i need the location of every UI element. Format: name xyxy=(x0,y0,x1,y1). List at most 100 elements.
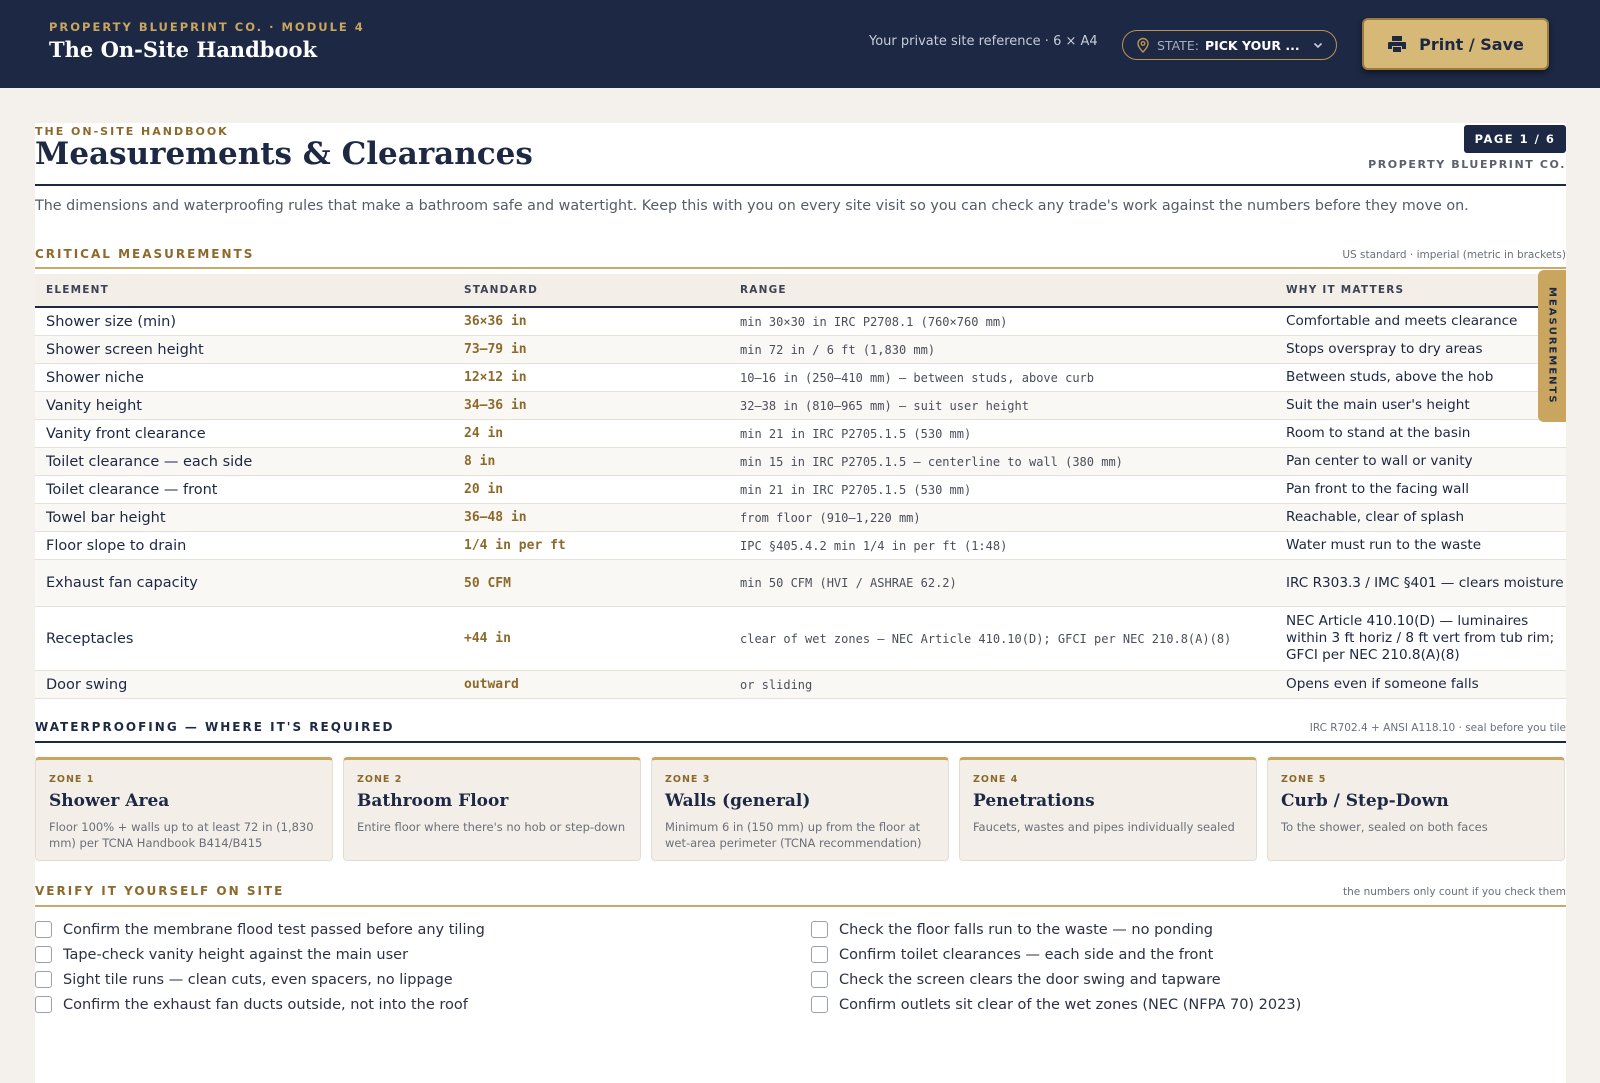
zone-card: ZONE 3 Walls (general) Minimum 6 in (150 m… xyxy=(651,757,949,861)
table-row: Shower screen height 73–79 in min 72 in / … xyxy=(35,336,1566,364)
checkbox[interactable] xyxy=(35,996,52,1013)
site-reference: Your private site reference · 6 × A4 xyxy=(869,34,1098,49)
verify-header: VERIFY IT YOURSELF ON SITE the numbers o… xyxy=(35,884,1566,900)
cell-standard: 73–79 in xyxy=(464,342,527,357)
checklist-item-label: Check the screen clears the door swing a… xyxy=(839,971,1221,988)
checkbox[interactable] xyxy=(35,921,52,938)
checklist-item[interactable]: Sight tile runs — clean cuts, even space… xyxy=(35,971,453,988)
checklist-item[interactable]: Confirm toilet clearances — each side an… xyxy=(811,946,1213,963)
checklist-item[interactable]: Confirm the exhaust fan ducts outside, n… xyxy=(35,996,468,1013)
measurements-divider xyxy=(35,267,1566,269)
checklist-item[interactable]: Check the screen clears the door swing a… xyxy=(811,971,1221,988)
table-row: Shower size (min) 36×36 in min 30×30 in IR… xyxy=(35,308,1566,336)
cell-why: NEC Article 410.10(D) — luminaires withi… xyxy=(1286,613,1555,663)
cell-element: Shower screen height xyxy=(46,341,204,358)
zone-description: Floor 100% + walls up to at least 72 in … xyxy=(49,820,314,850)
col-range: RANGE xyxy=(740,284,787,296)
checklist-item[interactable]: Check the floor falls run to the waste —… xyxy=(811,921,1213,938)
measurements-header: CRITICAL MEASUREMENTS US standard · impe… xyxy=(35,247,1566,263)
waterproofing-note: IRC R702.4 + ANSI A118.10 · seal before … xyxy=(1309,722,1566,734)
cell-standard: 36×36 in xyxy=(464,314,527,329)
cell-why: Between studs, above the hob xyxy=(1286,369,1494,385)
cell-element: Door swing xyxy=(46,676,128,693)
cell-why: IRC R303.3 / IMC §401 — clears moisture xyxy=(1286,574,1564,591)
zone-cards: ZONE 1 Shower Area Floor 100% + walls up t… xyxy=(35,757,1566,861)
table-row: Receptacles +44 in clear of wet zones — NE… xyxy=(35,607,1566,671)
table-header: ELEMENT STANDARD RANGE WHY IT MATTERS xyxy=(35,274,1566,308)
print-save-label: Print / Save xyxy=(1419,34,1524,54)
table-row: Exhaust fan capacity 50 CFM min 50 CFM (HV… xyxy=(35,560,1566,607)
table-row: Door swing outward or sliding Opens even if… xyxy=(35,671,1566,699)
measurements-side-tab[interactable]: MEASUREMENTS xyxy=(1538,270,1566,422)
cell-standard: 1/4 in per ft xyxy=(464,538,566,553)
cell-element: Shower niche xyxy=(46,369,144,386)
cell-element: Floor slope to drain xyxy=(46,537,187,554)
cell-element: Exhaust fan capacity xyxy=(46,575,198,591)
cell-standard: 36–48 in xyxy=(464,510,527,525)
cell-element: Receptacles xyxy=(46,630,134,647)
cell-range: 32–38 in (810–965 mm) — suit user height xyxy=(740,398,1029,413)
checklist-item[interactable]: Confirm the membrane flood test passed b… xyxy=(35,921,485,938)
checklist-item-label: Sight tile runs — clean cuts, even space… xyxy=(63,971,453,988)
checkbox[interactable] xyxy=(811,971,828,988)
zone-card: ZONE 1 Shower Area Floor 100% + walls up t… xyxy=(35,757,333,861)
cell-standard: 20 in xyxy=(464,482,504,497)
cell-range: min 21 in IRC P2705.1.5 (530 mm) xyxy=(740,426,972,441)
waterproofing-title: WATERPROOFING — WHERE IT'S REQUIRED xyxy=(35,720,395,734)
cell-why: Opens even if someone falls xyxy=(1286,676,1479,692)
cell-standard: 8 in xyxy=(464,454,496,469)
state-value: PICK YOUR ... xyxy=(1204,37,1300,53)
cell-standard: outward xyxy=(464,677,519,692)
measurements-note: US standard · imperial (metric in bracke… xyxy=(1342,249,1566,261)
verify-title: VERIFY IT YOURSELF ON SITE xyxy=(35,884,285,898)
cell-range: 10–16 in (250–410 mm) — between studs, a… xyxy=(740,370,1095,385)
state-label: STATE: xyxy=(1157,37,1199,53)
measurements-table: ELEMENT STANDARD RANGE WHY IT MATTERS Sh… xyxy=(35,274,1566,699)
map-pin-icon xyxy=(1137,37,1149,53)
checklist-item-label: Confirm toilet clearances — each side an… xyxy=(839,946,1214,963)
table-row: Toilet clearance — front 20 in min 21 in I… xyxy=(35,476,1566,504)
cell-standard: +44 in xyxy=(464,631,511,646)
checkbox[interactable] xyxy=(811,921,828,938)
col-element: ELEMENT xyxy=(46,284,110,296)
checkbox[interactable] xyxy=(811,996,828,1013)
page-badge: PAGE 1 / 6 xyxy=(1464,125,1566,153)
measurements-title: CRITICAL MEASUREMENTS xyxy=(35,247,255,261)
verify-divider xyxy=(35,905,1566,907)
zone-description: To the shower, sealed on both faces xyxy=(1281,820,1488,834)
table-row: Shower niche 12×12 in 10–16 in (250–410 mm… xyxy=(35,364,1566,392)
cell-why: Reachable, clear of splash xyxy=(1286,509,1465,525)
cell-why: Stops overspray to dry areas xyxy=(1286,341,1483,357)
checkbox[interactable] xyxy=(35,946,52,963)
checkbox[interactable] xyxy=(35,971,52,988)
cell-range: min 30×30 in IRC P2708.1 (760×760 mm) xyxy=(740,314,1008,329)
zone-name: Walls (general) xyxy=(665,791,811,811)
cell-element: Toilet clearance — front xyxy=(46,481,218,498)
zone-description: Entire floor where there's no hob or ste… xyxy=(357,820,626,834)
table-row: Toilet clearance — each side 8 in min 15 i… xyxy=(35,448,1566,476)
checklist-item[interactable]: Confirm outlets sit clear of the wet zon… xyxy=(811,996,1301,1013)
brand-kicker: PROPERTY BLUEPRINT CO. · MODULE 4 xyxy=(49,20,365,34)
cell-why: Suit the main user's height xyxy=(1286,397,1470,413)
checklist-item[interactable]: Tape-check vanity height against the mai… xyxy=(35,946,408,963)
cell-range: clear of wet zones — NEC Article 410.10(… xyxy=(740,631,1232,646)
checkbox[interactable] xyxy=(811,946,828,963)
cell-why: Room to stand at the basin xyxy=(1286,425,1471,441)
col-why: WHY IT MATTERS xyxy=(1286,284,1405,296)
zone-card: ZONE 5 Curb / Step-Down To the shower, sea… xyxy=(1267,757,1565,861)
print-save-button[interactable]: Print / Save xyxy=(1362,18,1549,70)
cell-range: min 72 in / 6 ft (1,830 mm) xyxy=(740,342,936,357)
zone-description: Minimum 6 in (150 mm) up from the floor … xyxy=(665,820,922,850)
cell-element: Towel bar height xyxy=(46,509,166,526)
page-title: Measurements & Clearances xyxy=(35,136,533,172)
table-row: Vanity front clearance 24 in min 21 in IRC… xyxy=(35,420,1566,448)
state-selector[interactable]: STATE: PICK YOUR ... xyxy=(1122,30,1337,60)
waterproofing-divider xyxy=(35,741,1566,743)
table-row: Vanity height 34–36 in 32–38 in (810–965 m… xyxy=(35,392,1566,420)
cell-range: or sliding xyxy=(740,677,813,692)
top-bar: PROPERTY BLUEPRINT CO. · MODULE 4 The On… xyxy=(0,0,1600,88)
zone-name: Curb / Step-Down xyxy=(1281,791,1449,811)
cell-range: min 21 in IRC P2705.1.5 (530 mm) xyxy=(740,482,972,497)
cell-element: Vanity front clearance xyxy=(46,425,206,442)
printer-icon xyxy=(1388,36,1407,52)
